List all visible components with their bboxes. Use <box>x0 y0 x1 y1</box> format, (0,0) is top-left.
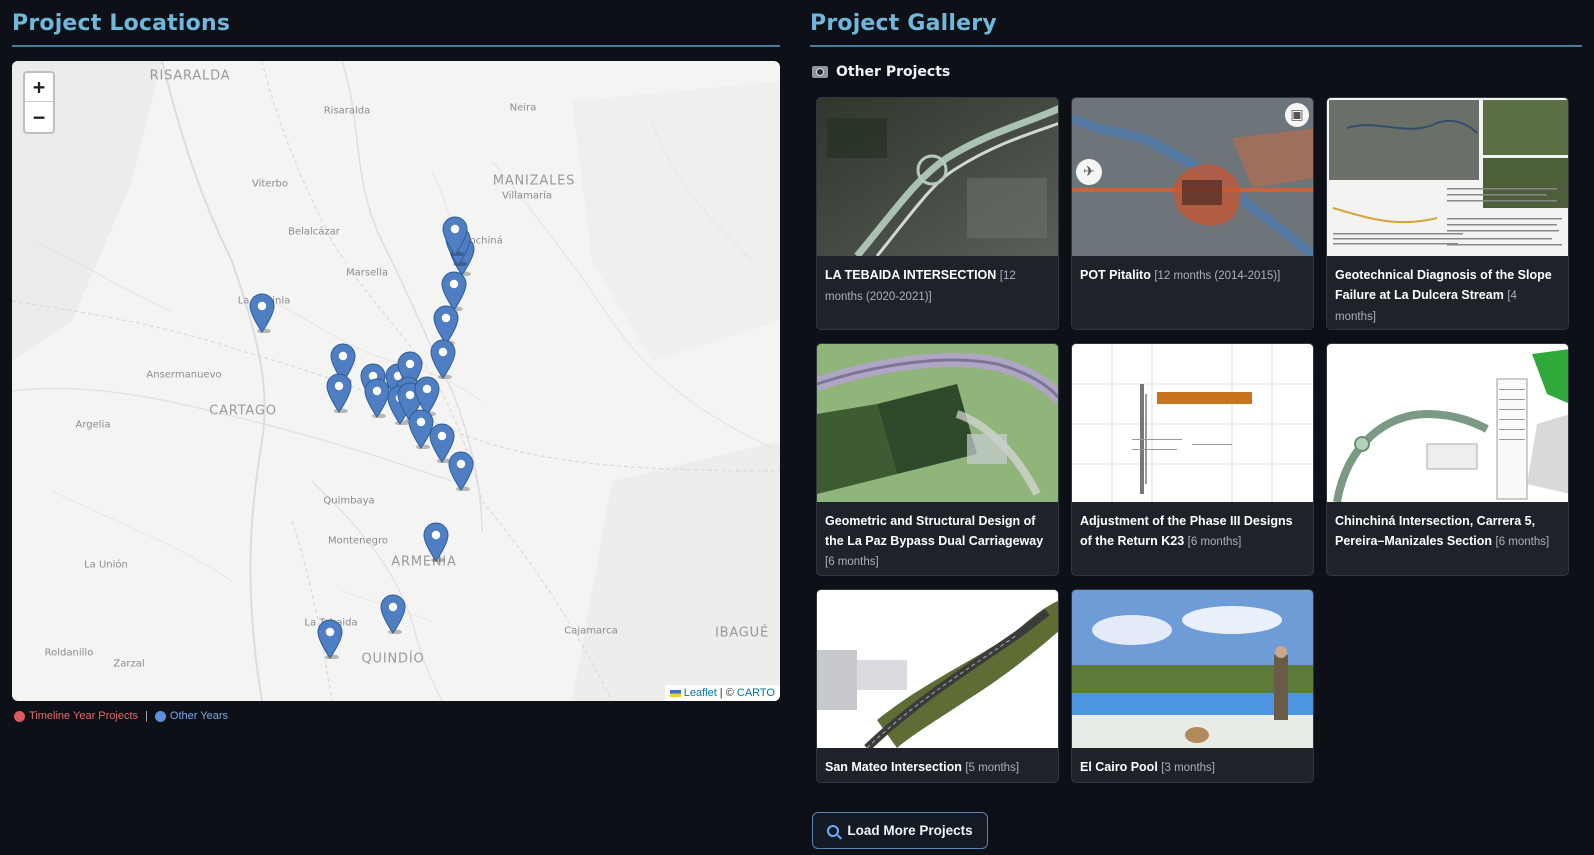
map-label: QUINDÍO <box>361 651 425 667</box>
map-label: Risaralda <box>323 105 371 117</box>
card-caption: El Cairo Pool [3 months] <box>1072 748 1313 782</box>
map-marker-pin-icon[interactable] <box>317 619 343 660</box>
map-label: Zarzal <box>113 658 145 670</box>
legend-separator: | <box>145 710 148 722</box>
project-card[interactable]: Geometric and Structural Design of the L… <box>816 343 1059 576</box>
zoom-out-button[interactable]: − <box>25 102 53 131</box>
map-label: Roldanillo <box>44 647 94 659</box>
locations-divider <box>12 45 780 47</box>
load-more-projects-button[interactable]: Load More Projects <box>812 812 988 849</box>
card-duration: [6 months] <box>1187 536 1242 548</box>
map-label: CARTAGO <box>209 403 277 419</box>
leaflet-link[interactable]: Leaflet <box>684 687 717 699</box>
carto-link[interactable]: CARTO <box>737 687 775 699</box>
map-label: IBAGUÉ <box>714 625 770 641</box>
map-label: Quimbaya <box>323 495 375 507</box>
timeline-dot-icon <box>14 710 25 722</box>
other-projects-heading: Other Projects <box>812 64 950 80</box>
project-card[interactable]: Geotechnical Diagnosis of the Slope Fail… <box>1326 97 1569 330</box>
map-label: Montenegro <box>327 535 389 547</box>
legend-timeline: Timeline Year Projects <box>29 710 139 722</box>
map-label: RISARALDA <box>149 68 231 84</box>
legend-other-years: Other Years <box>169 710 228 722</box>
card-duration: [3 months] <box>1161 762 1215 774</box>
project-card[interactable]: Chinchiná Intersection, Carrera 5, Perei… <box>1326 343 1569 576</box>
map-attribution: Leaflet | © CARTO <box>664 685 780 701</box>
load-more-label: Load More Projects <box>847 823 973 838</box>
card-title: El Cairo Pool <box>1080 760 1158 774</box>
card-title: POT Pitalito <box>1080 268 1151 282</box>
project-card[interactable]: Adjustment of the Phase III Designs of t… <box>1071 343 1314 576</box>
map-marker-pin-icon[interactable] <box>380 594 406 635</box>
thumb-3d-road-model <box>817 590 1058 748</box>
card-title: LA TEBAIDA INTERSECTION <box>825 268 997 282</box>
zoom-control: + − <box>23 71 55 134</box>
map-label: La Unión <box>84 559 128 571</box>
card-duration: [6 months] <box>1495 536 1550 548</box>
map-marker-pin-icon[interactable] <box>442 216 468 257</box>
card-caption: LA TEBAIDA INTERSECTION [12 months (2020… <box>817 256 1058 313</box>
card-caption: Adjustment of the Phase III Designs of t… <box>1072 502 1313 558</box>
bus-icon: ▣ <box>1285 103 1309 127</box>
card-caption: Geotechnical Diagnosis of the Slope Fail… <box>1327 256 1568 329</box>
card-duration: [5 months] <box>965 762 1020 774</box>
map-label: Villamaría <box>502 190 552 202</box>
map-marker-pin-icon[interactable] <box>430 339 456 380</box>
project-card[interactable]: El Cairo Pool [3 months] <box>1071 589 1314 783</box>
map-label: Neira <box>509 102 537 114</box>
other-projects-label: Other Projects <box>836 64 951 80</box>
card-title: San Mateo Intersection <box>825 760 962 774</box>
map-marker-pin-icon[interactable] <box>326 373 352 414</box>
card-title: Geometric and Structural Design of the L… <box>825 514 1044 548</box>
thumb-report-collage <box>1327 98 1568 256</box>
map-legend: Timeline Year Projects | Other Years <box>14 710 228 722</box>
attribution-separator: | © <box>716 687 737 699</box>
project-card[interactable]: ✈ ▣ POT Pitalito [12 months (2014-2015)] <box>1071 97 1314 330</box>
project-locations-panel: Project Locations + − RISARALDA Risarald… <box>12 0 780 722</box>
card-duration: [6 months] <box>825 556 879 568</box>
card-caption: San Mateo Intersection [5 months] <box>817 748 1058 782</box>
gallery-title: Project Gallery <box>810 11 997 36</box>
map-label: Ansermanuevo <box>146 369 222 381</box>
map-label: Argelia <box>75 419 111 431</box>
project-gallery-panel: Project Gallery Other Projects LA TEBAID… <box>810 0 1582 849</box>
thumb-aerial-interchange <box>817 98 1058 256</box>
project-card[interactable]: LA TEBAIDA INTERSECTION [12 months (2020… <box>816 97 1059 330</box>
locations-title: Project Locations <box>12 11 231 36</box>
search-icon <box>827 824 840 837</box>
thumb-road-render <box>817 344 1058 502</box>
card-duration: [12 months (2014-2015)] <box>1154 270 1281 282</box>
map-label: Cajamarca <box>564 625 618 637</box>
map-label: Belalcázar <box>288 226 340 238</box>
card-title: Adjustment of the Phase III Designs of t… <box>1080 514 1293 548</box>
gallery-divider <box>810 45 1582 47</box>
other-years-dot-icon <box>154 710 166 722</box>
card-caption: POT Pitalito [12 months (2014-2015)] <box>1072 256 1313 292</box>
camera-icon <box>812 66 828 78</box>
card-caption: Geometric and Structural Design of the L… <box>817 502 1058 575</box>
thumb-pool-photo <box>1072 590 1313 748</box>
card-title: Geotechnical Diagnosis of the Slope Fail… <box>1335 268 1552 302</box>
card-caption: Chinchiná Intersection, Carrera 5, Perei… <box>1327 502 1568 558</box>
map-marker-pin-icon[interactable] <box>423 522 449 563</box>
ukraine-flag-icon <box>669 689 681 697</box>
project-card[interactable]: San Mateo Intersection [5 months] <box>816 589 1059 783</box>
map-label: Viterbo <box>251 178 289 190</box>
thumb-satellite-map: ✈ ▣ <box>1072 98 1313 256</box>
zoom-in-button[interactable]: + <box>25 73 53 102</box>
airport-icon: ✈ <box>1076 159 1102 185</box>
thumb-profile-drawing <box>1072 344 1313 502</box>
map-marker-pin-icon[interactable] <box>249 293 275 334</box>
map-marker-pin-icon[interactable] <box>448 451 474 492</box>
map-label: Marsella <box>346 267 388 279</box>
project-map[interactable]: + − RISARALDA Risaralda Neira MANIZALES Vill… <box>12 61 780 701</box>
thumb-plan-drawing <box>1327 344 1568 502</box>
map-label: MANIZALES <box>492 173 576 189</box>
